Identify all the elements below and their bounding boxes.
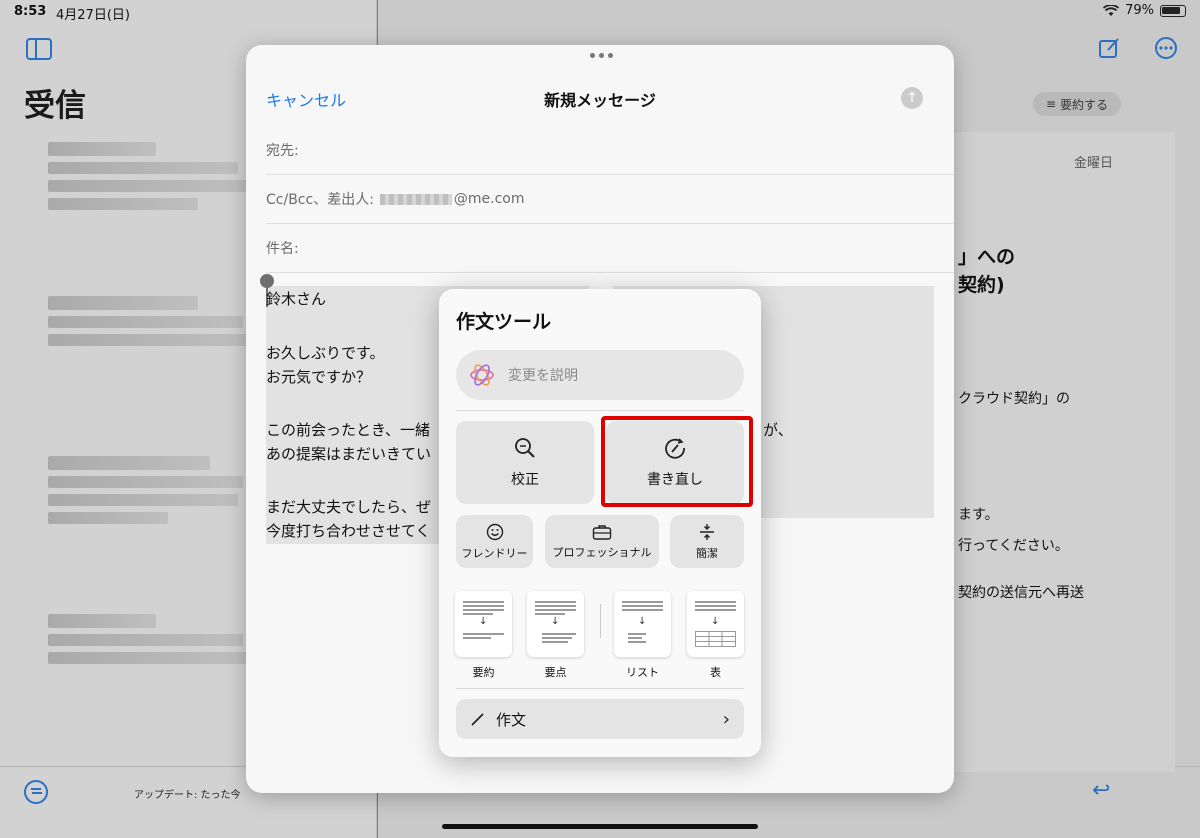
body-line[interactable]: 今度打ち合わせさせてく	[266, 520, 431, 541]
compose-label: 作文	[496, 710, 527, 729]
redacted-email	[379, 193, 452, 205]
body-line[interactable]: あの提案はまだいきてい	[266, 443, 431, 464]
apple-intelligence-icon	[470, 364, 494, 386]
summary-label: 要約	[472, 666, 495, 679]
proofread-button[interactable]: 校正	[456, 421, 594, 504]
summarize-button[interactable]: ≡ 要約する	[1033, 92, 1121, 116]
professional-label: プロフェッショナル	[552, 545, 652, 559]
reading-pane	[950, 132, 1175, 772]
key-points-label: 要点	[544, 666, 567, 679]
divider	[456, 688, 744, 689]
key-points-card[interactable]: ↓	[527, 591, 584, 657]
rewrite-highlight-outline	[601, 416, 753, 507]
status-time: 8:53	[14, 4, 47, 19]
blurred-list-item	[48, 180, 248, 192]
blurred-list-item	[48, 512, 168, 524]
smiley-icon	[486, 523, 503, 540]
home-indicator	[442, 824, 758, 829]
blurred-list-item	[48, 652, 248, 664]
to-field[interactable]: 宛先:	[266, 126, 954, 175]
proofread-label: 校正	[511, 471, 539, 488]
from-email-domain: @me.com	[453, 191, 525, 207]
cc-bcc-from-field[interactable]: Cc/Bcc、差出人: @me.com	[266, 175, 954, 224]
table-label: 表	[710, 666, 721, 679]
subject-label: 件名:	[266, 241, 299, 257]
send-button[interactable]: ↑	[901, 87, 923, 109]
blurred-list-item	[48, 334, 248, 346]
status-bar: 8:53 4月27日(日) 79%	[0, 0, 1200, 24]
message-text-line: 契約)	[958, 274, 1005, 296]
wifi-icon	[1103, 4, 1120, 16]
arrow-up-icon: ↑	[906, 90, 918, 106]
message-text-line: クラウド契約」の	[958, 391, 1070, 407]
sheet-title: 新規メッセージ	[544, 91, 656, 110]
status-right: 79%	[1103, 3, 1186, 18]
battery-icon	[1160, 4, 1186, 17]
concise-icon	[700, 523, 714, 540]
message-text-line: 行ってください。	[958, 538, 1069, 554]
pencil-icon	[471, 713, 484, 726]
body-line[interactable]: お久しぶりです。	[266, 342, 385, 363]
arrow-down-icon: ↓	[638, 616, 647, 627]
concise-label: 簡潔	[696, 546, 718, 560]
divider	[600, 604, 601, 638]
friendly-label: フレンドリー	[461, 546, 528, 560]
writing-tools-title: 作文ツール	[456, 311, 552, 333]
table-card[interactable]: ↓	[687, 591, 744, 657]
blurred-list-item	[48, 142, 156, 156]
blurred-list-item	[48, 476, 243, 488]
briefcase-icon	[592, 524, 612, 540]
to-label: 宛先:	[266, 143, 299, 159]
list-card[interactable]: ↓	[614, 591, 671, 657]
cc-label: Cc/Bcc、差出人:	[266, 192, 374, 208]
blurred-list-item	[48, 296, 198, 310]
summarize-icon: ≡	[1045, 97, 1057, 111]
filter-icon[interactable]	[24, 780, 48, 804]
body-line[interactable]: まだ大丈夫でしたら、ぜ	[266, 496, 431, 517]
writing-tools-popover: 作文ツール 変更を説明 校正 書き直し フレンドリー プロフェッショナル 簡潔 …	[439, 289, 761, 757]
chevron-right-icon: ›	[722, 708, 730, 730]
blurred-list-item	[48, 494, 238, 506]
sheet-grabber[interactable]	[590, 53, 613, 58]
blurred-list-item	[48, 634, 243, 646]
message-text-line: ます。	[958, 507, 999, 523]
compose-button[interactable]: 作文 ›	[456, 699, 744, 739]
summarize-label: 要約する	[1060, 97, 1109, 112]
message-day: 金曜日	[1074, 156, 1114, 171]
blurred-list-item	[48, 198, 198, 210]
subject-field[interactable]: 件名:	[266, 224, 954, 273]
body-line[interactable]: が、	[763, 419, 793, 440]
message-text-line: 契約の送信元へ再送	[958, 585, 1084, 601]
describe-placeholder: 変更を説明	[508, 368, 578, 384]
summary-card[interactable]: ↓	[455, 591, 512, 657]
page-title: 受信	[24, 88, 86, 124]
friendly-button[interactable]: フレンドリー	[456, 515, 533, 568]
concise-button[interactable]: 簡潔	[670, 515, 744, 568]
blurred-list-item	[48, 456, 210, 470]
sidebar-toggle-icon[interactable]	[26, 38, 52, 60]
blurred-list-item	[48, 316, 243, 328]
blurred-list-item	[48, 614, 156, 628]
compose-icon[interactable]	[1098, 36, 1122, 60]
divider	[456, 410, 744, 411]
battery-percent: 79%	[1125, 3, 1154, 18]
body-line[interactable]: この前会ったとき、一緒	[266, 419, 430, 440]
reply-icon[interactable]: ↩	[1092, 778, 1110, 803]
table-icon	[695, 631, 736, 647]
update-status: アップデート: たった今	[134, 790, 241, 801]
magnifier-icon	[515, 437, 535, 458]
list-label: リスト	[626, 666, 659, 679]
body-line[interactable]: 鈴木さん	[266, 288, 326, 309]
arrow-down-icon: ↓	[551, 616, 560, 627]
more-icon[interactable]	[1154, 36, 1178, 60]
arrow-down-icon: ↓	[479, 616, 488, 627]
professional-button[interactable]: プロフェッショナル	[545, 515, 659, 568]
arrow-down-icon: ↓	[711, 616, 720, 627]
describe-change-input[interactable]: 変更を説明	[456, 350, 744, 400]
blurred-list-item	[48, 162, 238, 174]
status-date: 4月27日(日)	[56, 8, 130, 23]
message-text-line: 」への	[958, 246, 1016, 268]
body-line[interactable]: お元気ですか？	[266, 366, 371, 387]
